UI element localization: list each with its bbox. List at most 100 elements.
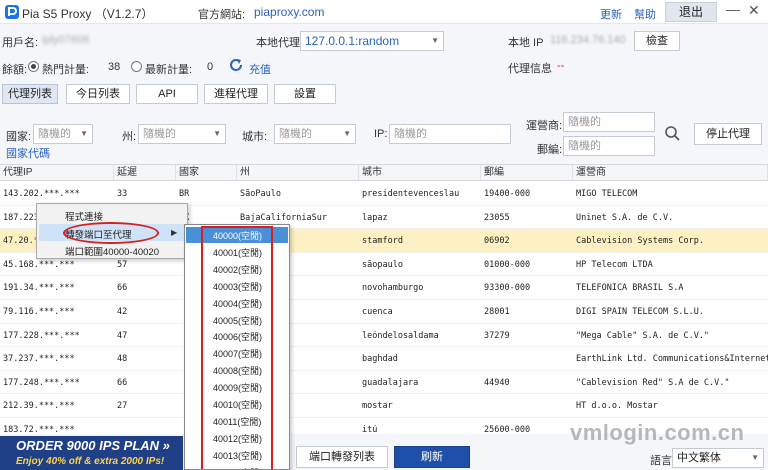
language-select[interactable]: 中文繁体 ▼ [672, 448, 764, 468]
cell-isp: TELEFÔNICA BRASIL S.A [576, 283, 684, 294]
table-row[interactable]: 37.237.***.*** 48 baghdad EarthLink Ltd. Co… [0, 347, 768, 371]
cell-ip: 177.248.***.*** [3, 377, 80, 388]
cell-city: stamford [362, 236, 403, 247]
new-radio[interactable] [131, 61, 142, 72]
cell-isp: Uninet S.A. de C.V. [576, 212, 674, 223]
ip-input[interactable]: 隨機的 [389, 124, 511, 144]
col-header-latency[interactable]: 延遲 [114, 165, 176, 181]
cell-isp: "Mega Cable" S.A. de C.V." [576, 330, 710, 341]
cell-latency: 57 [117, 259, 128, 270]
chevron-down-icon: ▼ [213, 129, 221, 138]
table-row[interactable]: 191.34.***.***66oSulnovohamburgo93300-00… [0, 276, 768, 300]
isp-label: 運營商: [526, 120, 563, 132]
col-header-city[interactable]: 城市 [359, 165, 481, 181]
cell-zip: 44940 [484, 377, 510, 388]
col-header-ip[interactable]: 代理IP [0, 165, 114, 181]
cell-isp: "Cablevision Red" S.A de C.V." [576, 377, 730, 388]
hot-value: 38 [108, 61, 121, 73]
menu-item-port-range[interactable]: 端口範圍40000-40020 [65, 244, 159, 258]
promo-banner[interactable]: ORDER 9000 IPS PLAN » Enjoy 40% off & ex… [0, 436, 183, 470]
city-select[interactable]: 隨機的 ▼ [274, 124, 356, 144]
search-icon[interactable] [664, 125, 680, 141]
port-forward-list-button[interactable]: 端口轉發列表 [296, 446, 388, 468]
tab-settings[interactable]: 設置 [274, 84, 336, 104]
local-proxy-label: 本地代理 [256, 37, 300, 49]
local-ip-value: 116.234.76.140 [550, 34, 626, 46]
table-row[interactable]: 177.228.***.*** 47 leóndelosaldama 37279 "Me… [0, 324, 768, 348]
cell-zip: 25600-000 [484, 425, 531, 434]
promo-line-1: ORDER 9000 IPS PLAN » [16, 438, 170, 453]
local-proxy-value: 127.0.0.1:random [305, 34, 400, 48]
country-select[interactable]: 隨機的 ▼ [33, 124, 93, 144]
city-placeholder: 隨機的 [279, 128, 312, 140]
official-site-link[interactable]: piaproxy.com [254, 5, 324, 19]
cell-ip: 183.72.***.*** [3, 425, 75, 434]
close-icon[interactable]: ✕ [748, 2, 760, 19]
tab-api[interactable]: API [136, 84, 198, 104]
cell-latency: 66 [117, 377, 128, 388]
cell-latency: 42 [117, 307, 128, 317]
city-label: 城市: [242, 131, 268, 143]
cell-latency: 47 [117, 330, 128, 341]
zip-input[interactable]: 隨機的 [563, 136, 655, 156]
menu-item-program-connect[interactable]: 程式連接 [65, 209, 103, 223]
help-link[interactable]: 幫助 [634, 6, 656, 22]
isp-input[interactable]: 隨機的 [563, 112, 655, 132]
cell-latency: 33 [117, 189, 128, 199]
cell-latency: 66 [117, 283, 128, 294]
tab-proxy-list[interactable]: 代理列表 [2, 84, 58, 104]
local-proxy-select[interactable]: 127.0.0.1:random ▼ [300, 31, 444, 51]
exit-button[interactable]: 退出 [665, 2, 717, 22]
table-row[interactable]: 79.116.***.*** 42 cuenca 28001 DIGI SPAIN TE… [0, 300, 768, 324]
zip-label: 郵編: [537, 144, 563, 156]
cell-isp: MIGO TELECOM [576, 189, 638, 199]
language-value: 中文繁体 [677, 452, 721, 464]
cell-city: lapaz [362, 212, 388, 223]
minimize-icon[interactable]: — [726, 1, 740, 17]
state-select[interactable]: 隨機的 ▼ [138, 124, 226, 144]
language-label: 語言 [650, 455, 672, 467]
update-link[interactable]: 更新 [600, 6, 622, 22]
cell-city: mostar [362, 401, 393, 412]
cell-ip: 177.228.***.*** [3, 330, 80, 341]
balance-label: 餘額: [2, 64, 28, 76]
cell-city: sãopaulo [362, 259, 403, 270]
table-row[interactable]: 177.248.***.*** 66 guadalajara 44940 "Cablev… [0, 371, 768, 395]
cell-country: BR [179, 189, 190, 199]
col-header-isp[interactable]: 運營商 [573, 165, 768, 181]
promo-line-2: Enjoy 40% off & extra 2000 IPs! [16, 456, 165, 467]
port-submenu: 40000(空閒) 40001(空閒) 40002(空閒) 40003(空閒) 4000… [184, 224, 290, 470]
cell-zip: 01000-000 [484, 259, 531, 270]
col-header-country[interactable]: 國家 [176, 165, 237, 181]
cell-zip: 37279 [484, 330, 510, 341]
local-ip-label: 本地 IP [508, 37, 544, 49]
hot-label: 熱門計量: [42, 64, 90, 76]
refresh-button[interactable]: 刷新 [394, 446, 470, 468]
chevron-down-icon: ▼ [343, 129, 351, 138]
country-placeholder: 隨機的 [38, 128, 71, 140]
new-label: 最新計量: [145, 64, 193, 76]
tab-today-list[interactable]: 今日列表 [66, 84, 130, 104]
country-codes-link[interactable]: 國家代碼 [6, 145, 50, 161]
cell-city: leóndelosaldama [362, 330, 439, 341]
stop-proxy-button[interactable]: 停止代理 [694, 123, 762, 145]
cell-isp: HP Telecom LTDA [576, 259, 653, 270]
tab-process-proxy[interactable]: 進程代理 [204, 84, 268, 104]
col-header-state[interactable]: 州 [237, 165, 359, 181]
cell-city: cuenca [362, 307, 393, 317]
cell-state: BajaCaliforniaSur [240, 212, 327, 223]
refresh-icon[interactable] [228, 57, 244, 73]
chevron-down-icon: ▼ [751, 453, 759, 462]
annotation-ellipse [63, 222, 159, 244]
cell-city: baghdad [362, 354, 398, 365]
cell-latency: 48 [117, 354, 128, 365]
table-row[interactable]: 212.39.***.***27fB&HmostarHT d.o.o. Most… [0, 394, 768, 418]
hot-radio[interactable] [28, 61, 39, 72]
col-header-zip[interactable]: 郵編 [481, 165, 573, 181]
title-bar: Pia S5 Proxy （V1.2.7） 官方網站: piaproxy.com… [0, 0, 768, 24]
cell-ip: 79.116.***.*** [3, 307, 75, 317]
recharge-link[interactable]: 充值 [249, 61, 271, 77]
check-button[interactable]: 檢查 [634, 31, 680, 51]
cell-zip: 19400-000 [484, 189, 531, 199]
cell-isp: DIGI SPAIN TELECOM S.L.U. [576, 307, 704, 317]
